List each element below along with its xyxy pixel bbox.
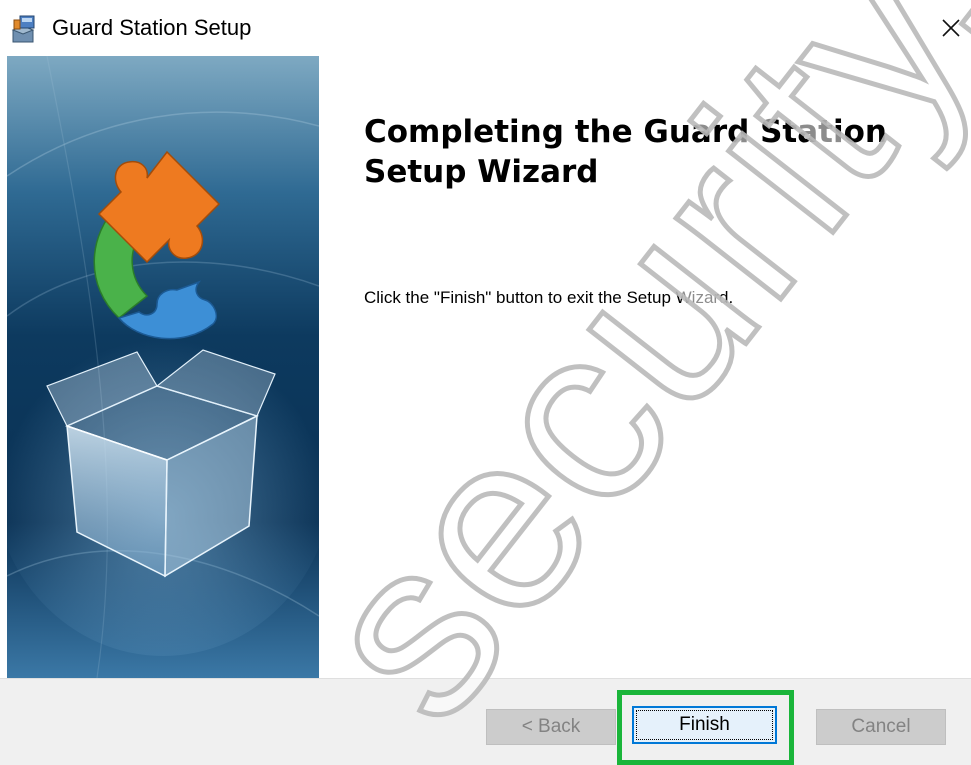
window-title: Guard Station Setup	[52, 15, 252, 40]
wizard-content: Completing the Guard Station Setup Wizar…	[319, 56, 971, 678]
back-button[interactable]: < Back	[486, 709, 616, 745]
page-title: Completing the Guard Station Setup Wizar…	[364, 114, 887, 190]
close-button[interactable]	[930, 4, 971, 52]
instruction-text: Click the "Finish" button to exit the Se…	[364, 288, 734, 307]
wizard-footer: < Back Finish Cancel	[0, 678, 971, 765]
close-icon	[941, 19, 960, 37]
window-titlebar: Guard Station Setup	[0, 0, 971, 56]
finish-button[interactable]: Finish	[632, 706, 777, 744]
wizard-banner-image	[7, 56, 319, 678]
cancel-button[interactable]: Cancel	[816, 709, 946, 745]
installer-icon	[10, 14, 40, 44]
